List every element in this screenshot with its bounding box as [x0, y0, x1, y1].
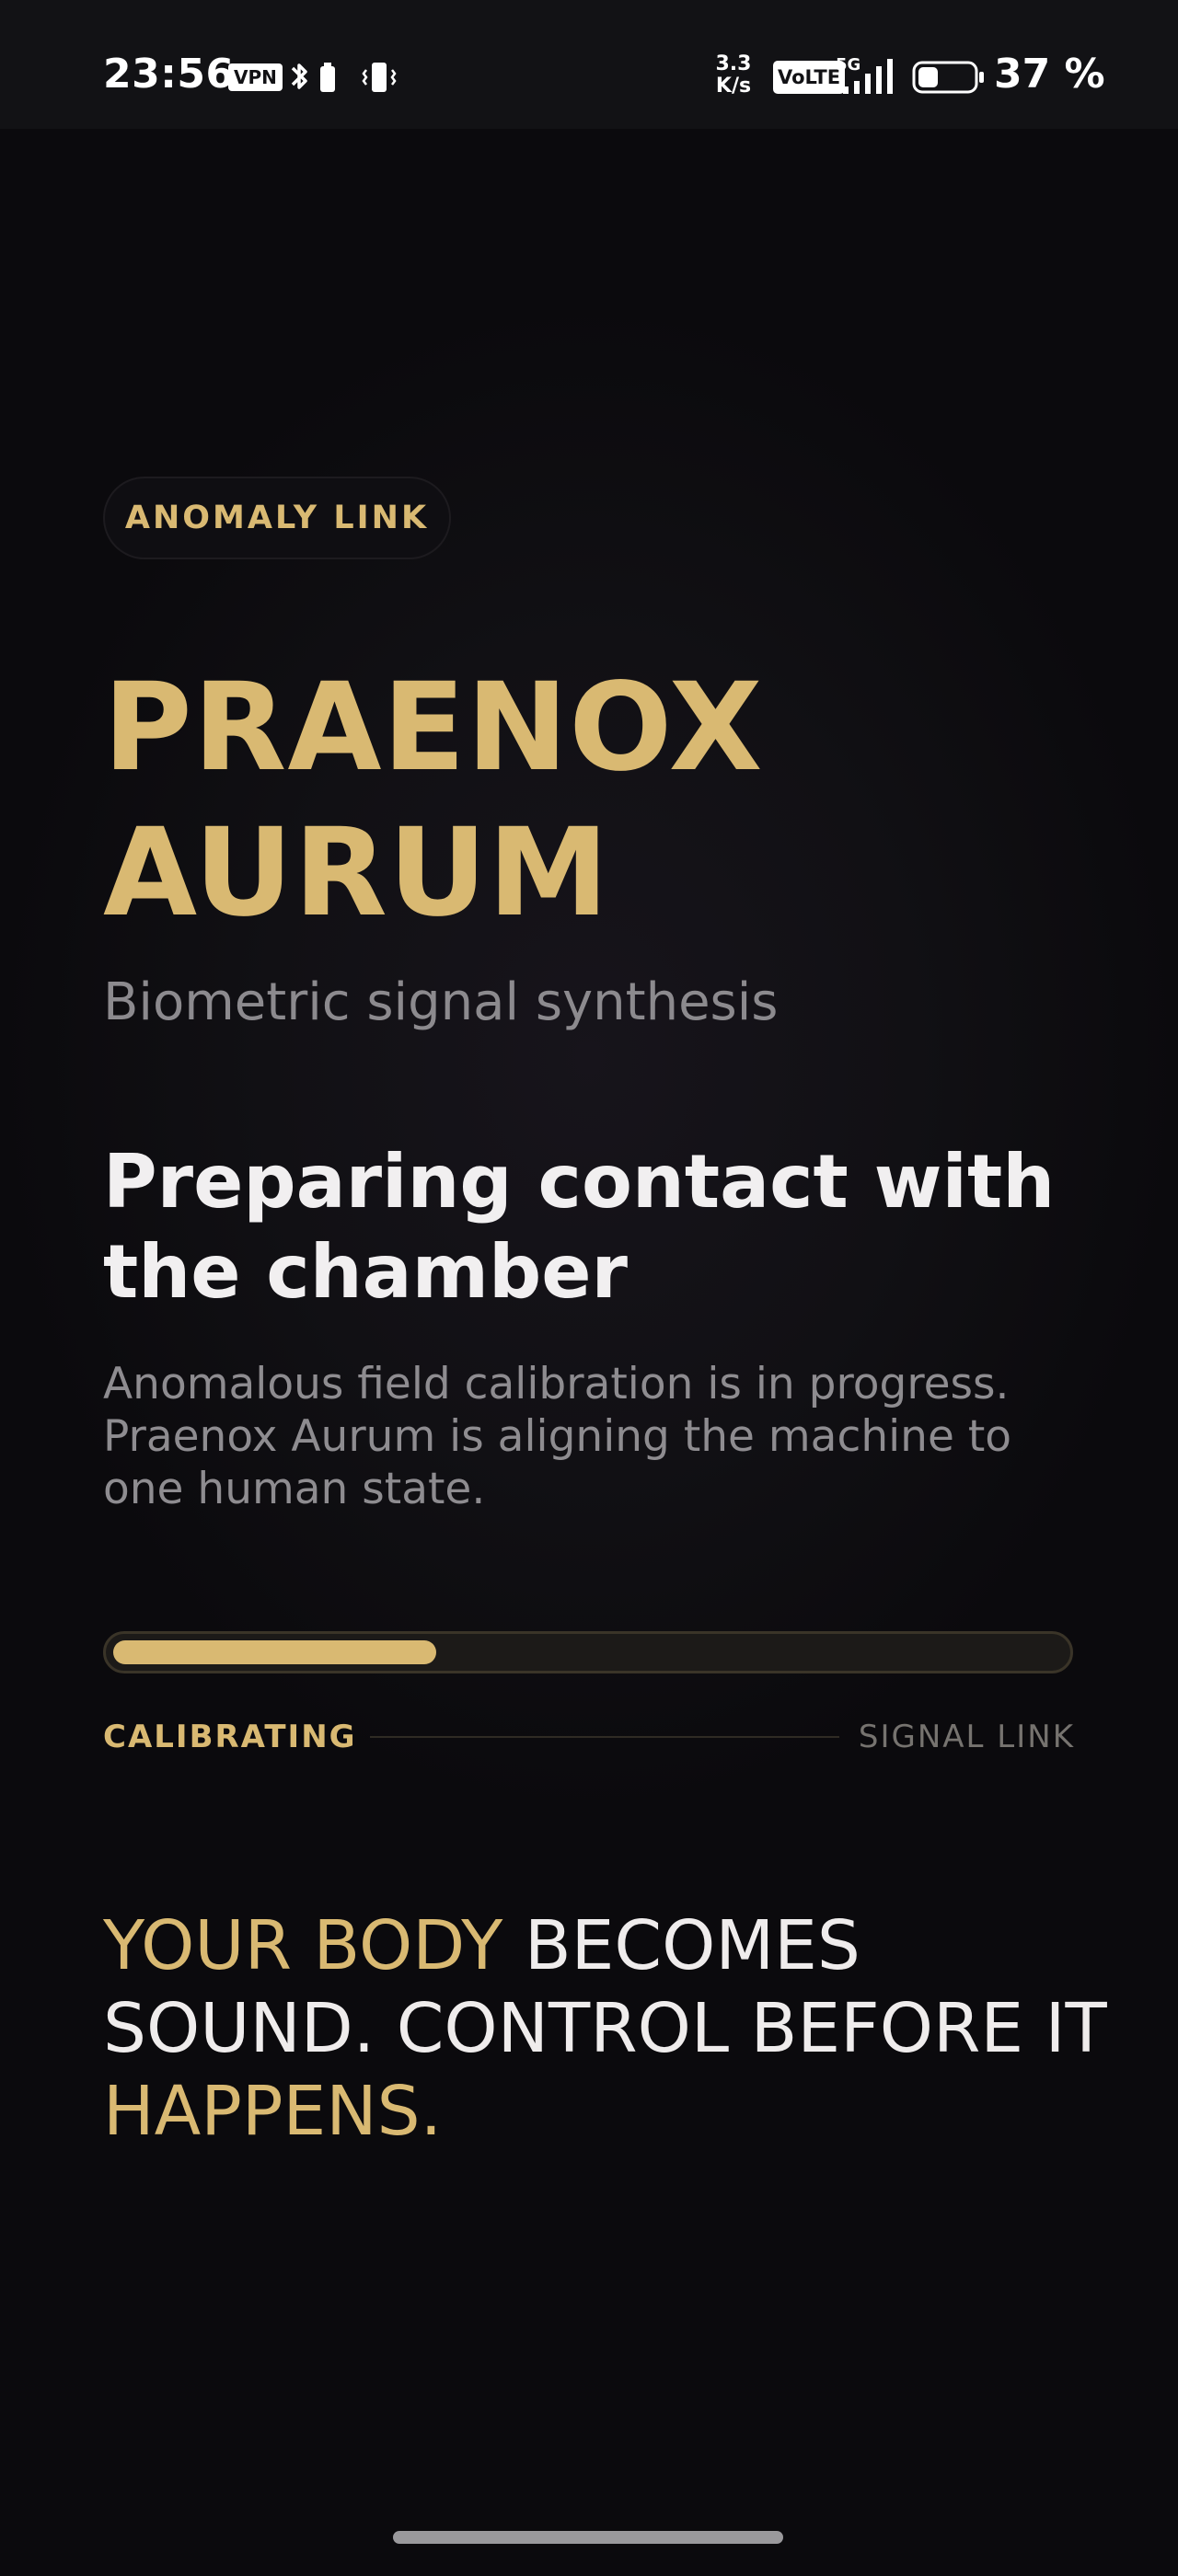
- signal-icon: 5G: [836, 55, 893, 94]
- calibration-progress-bar: [103, 1631, 1073, 1673]
- speed-unit: K/s: [715, 75, 752, 98]
- battery-icon: [912, 61, 984, 94]
- tagline-highlight-2: HAPPENS.: [103, 2072, 443, 2151]
- speed-value: 3.3: [715, 52, 752, 75]
- tagline: YOUR BODY BECOMES SOUND. CONTROL BEFORE …: [103, 1904, 1115, 2153]
- signal-link-label: SIGNAL LINK: [858, 1719, 1075, 1755]
- status-description: Anomalous field calibration is in progre…: [103, 1359, 1011, 1514]
- battery-small-icon: [320, 63, 335, 92]
- tagline-highlight-1: YOUR BODY: [103, 1906, 503, 1985]
- anomaly-link-badge: ANOMALY LINK: [103, 477, 451, 559]
- progress-divider: [370, 1736, 839, 1738]
- calibrating-label: CALIBRATING: [103, 1719, 357, 1755]
- network-speed: 3.3 K/s: [710, 53, 756, 98]
- status-time: 23:56: [103, 51, 235, 98]
- app-title: PRAENOX AURUM: [103, 657, 764, 944]
- app-subtitle: Biometric signal synthesis: [103, 972, 779, 1032]
- progress-labels: CALIBRATING SIGNAL LINK: [103, 1713, 1075, 1761]
- vpn-badge: VPN: [228, 63, 283, 91]
- bluetooth-icon: [291, 63, 307, 89]
- status-heading: Preparing contact with the chamber: [103, 1139, 1056, 1315]
- progress-fill: [113, 1640, 436, 1664]
- home-indicator[interactable]: [393, 2531, 783, 2544]
- network-type: 5G: [836, 55, 860, 75]
- battery-percentage: 37 %: [994, 51, 1105, 98]
- vibrate-icon: [362, 63, 397, 92]
- status-bar: 23:56 VPN 3.3 K/s VoLTE 5G 37 %: [0, 0, 1178, 129]
- app-screen: 23:56 VPN 3.3 K/s VoLTE 5G 37 % ANOMALY …: [0, 0, 1178, 2576]
